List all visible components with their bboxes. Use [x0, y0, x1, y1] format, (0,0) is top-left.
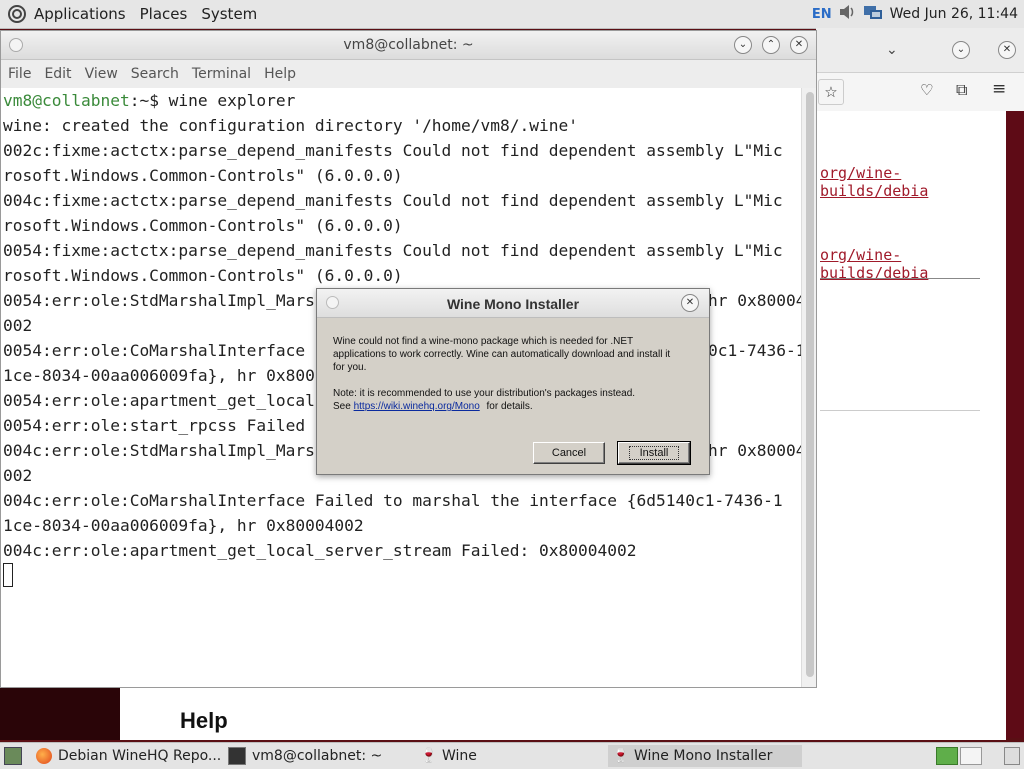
terminal-line-fragment: hr 0x80004 — [708, 441, 802, 460]
taskbar-item-wine[interactable]: 🍷 Wine — [420, 745, 477, 767]
terminal-line: 002 — [3, 316, 33, 335]
trash-icon[interactable] — [1004, 747, 1020, 765]
keyboard-layout-indicator[interactable]: EN — [812, 7, 832, 22]
terminal-line-fragment: hr 0x80004 — [708, 291, 802, 310]
terminal-line: 004c:err:ole:apartment_get_local_server_… — [3, 541, 637, 560]
minimize-icon[interactable]: ⌄ — [734, 36, 752, 54]
install-button[interactable]: Install — [617, 441, 691, 465]
terminal-titlebar[interactable]: vm8@collabnet: ~ ⌄ ⌃ ✕ — [1, 31, 816, 60]
terminal-line: 0054:err:ole:StdMarshalImpl_Mars — [3, 291, 315, 310]
bookmark-star-icon[interactable]: ☆ — [818, 79, 844, 105]
workspace-switcher-icon[interactable] — [960, 747, 982, 765]
menu-file[interactable]: File — [8, 66, 31, 82]
menu-edit[interactable]: Edit — [44, 66, 71, 82]
divider — [820, 410, 980, 411]
browser-page-bottom: Help — [120, 688, 1006, 740]
wine-glass-icon: 🍷 — [612, 748, 630, 764]
page-link-2[interactable]: org/wine-builds/debia — [820, 246, 1006, 282]
clock[interactable]: Wed Jun 26, 11:44 — [890, 6, 1018, 22]
taskbar-item-label: Wine — [442, 748, 477, 764]
terminal-title: vm8@collabnet: ~ — [343, 37, 474, 53]
terminal-menubar: File Edit View Search Terminal Help — [1, 60, 816, 89]
terminal-line: 1ce-8034-00aa006009fa}, hr 0x80004002 — [3, 516, 364, 535]
prompt-command: :~$ wine explorer — [129, 91, 296, 110]
terminal-line-fragment: 0c1-7436-1 — [708, 341, 802, 360]
browser-toolbar: ☆ ♡ ⧉ ≡ — [816, 73, 1024, 112]
close-icon[interactable]: ✕ — [998, 41, 1016, 59]
taskbar-item-label: Debian WineHQ Repo... — [58, 748, 222, 764]
dialog-for-details: for details. — [486, 401, 533, 412]
firefox-icon — [36, 748, 52, 764]
taskbar-item-browser[interactable]: Debian WineHQ Repo... — [36, 745, 221, 767]
menu-search[interactable]: Search — [131, 66, 179, 82]
dialog-title: Wine Mono Installer — [446, 296, 580, 312]
maximize-icon[interactable]: ⌃ — [762, 36, 780, 54]
menu-terminal[interactable]: Terminal — [192, 66, 251, 82]
menu-system[interactable]: System — [201, 5, 257, 23]
terminal-line: 002 — [3, 466, 33, 485]
dialog-note-text: Note: it is recommended to use your dist… — [333, 388, 636, 399]
pocket-icon[interactable]: ♡ — [920, 81, 933, 99]
menu-view[interactable]: View — [85, 66, 118, 82]
scrollbar-thumb[interactable] — [806, 92, 814, 677]
background-browser-window: ⌄ ⌄ ✕ ☆ ♡ ⧉ ≡ org/wine-builds/debia org/… — [816, 28, 1024, 738]
page-left-edge — [0, 688, 120, 740]
page-edge — [1006, 111, 1024, 738]
bottom-taskbar: Debian WineHQ Repo... vm8@collabnet: ~ 🍷… — [0, 742, 1024, 769]
taskbar-item-terminal[interactable]: vm8@collabnet: ~ — [228, 745, 382, 767]
menu-places[interactable]: Places — [140, 5, 188, 23]
wine-glass-icon: 🍷 — [420, 748, 438, 764]
terminal-line: 004c:err:ole:CoMarshalInterface Failed t… — [3, 491, 783, 510]
terminal-line: 002c:fixme:actctx:parse_depend_manifests… — [3, 141, 783, 160]
terminal-line: 004c:err:ole:StdMarshalImpl_Mars — [3, 441, 315, 460]
menu-help[interactable]: Help — [264, 66, 296, 82]
close-icon[interactable]: ✕ — [790, 36, 808, 54]
taskbar-item-label: Wine Mono Installer — [634, 748, 773, 764]
terminal-line: 0054:err:ole:start_rpcss Failed — [3, 416, 306, 435]
show-desktop-icon[interactable] — [4, 747, 22, 765]
minimize-icon[interactable]: ⌄ — [952, 41, 970, 59]
taskbar-item-label: vm8@collabnet: ~ — [252, 748, 383, 764]
terminal-line: 004c:fixme:actctx:parse_depend_manifests… — [3, 191, 783, 210]
divider — [820, 278, 980, 279]
top-panel: Applications Places System EN Wed Jun 26… — [0, 0, 1024, 29]
cancel-button-label: Cancel — [551, 447, 587, 459]
tabs-dropdown-icon[interactable]: ⌄ — [886, 42, 898, 58]
terminal-line: rosoft.Windows.Common-Controls" (6.0.0.0… — [3, 166, 403, 185]
terminal-cursor — [3, 563, 13, 587]
prompt-user: vm8@collabnet — [3, 91, 130, 110]
browser-page-content: org/wine-builds/debia org/wine-builds/de… — [816, 111, 1006, 738]
terminal-line: wine: created the configuration director… — [3, 116, 578, 135]
terminal-line: 0054:err:ole:apartment_get_local — [3, 391, 315, 410]
menu-applications[interactable]: Applications — [34, 5, 126, 23]
close-icon[interactable]: ✕ — [681, 294, 699, 312]
cancel-button[interactable]: Cancel — [533, 442, 605, 464]
terminal-line: 0054:err:ole:CoMarshalInterface — [3, 341, 306, 360]
browser-titlebar: ⌄ ⌄ ✕ — [816, 28, 1024, 73]
help-heading: Help — [180, 708, 228, 733]
page-link-1[interactable]: org/wine-builds/debia — [820, 164, 1006, 200]
taskbar-item-wine-mono-installer[interactable]: 🍷 Wine Mono Installer — [608, 745, 802, 767]
dialog-message: Wine could not find a wine-mono package … — [333, 336, 671, 373]
network-icon[interactable] — [862, 3, 884, 25]
volume-icon[interactable] — [838, 3, 856, 25]
dialog-see: See — [333, 401, 351, 412]
terminal-scrollbar[interactable] — [801, 88, 816, 687]
terminal-line: rosoft.Windows.Common-Controls" (6.0.0.0… — [3, 216, 403, 235]
dialog-note: Note: it is recommended to use your dist… — [333, 387, 693, 413]
install-button-label: Install — [628, 446, 680, 460]
terminal-line: 0054:fixme:actctx:parse_depend_manifests… — [3, 241, 783, 260]
terminal-prompt-line: vm8@collabnet:~$ wine explorer — [3, 88, 295, 113]
extensions-icon[interactable]: ⧉ — [956, 80, 967, 100]
dialog-titlebar[interactable]: Wine Mono Installer ✕ — [317, 289, 709, 318]
mono-wiki-link[interactable]: https://wiki.winehq.org/Mono — [354, 401, 480, 412]
debian-logo-icon[interactable] — [6, 3, 28, 25]
panel-tray: EN Wed Jun 26, 11:44 — [812, 0, 1018, 28]
workspace-switcher-icon[interactable] — [936, 747, 958, 765]
wine-mono-installer-dialog[interactable]: Wine Mono Installer ✕ Wine could not fin… — [316, 288, 710, 475]
terminal-line: 1ce-8034-00aa006009fa}, hr 0x800 — [3, 366, 315, 385]
terminal-line: rosoft.Windows.Common-Controls" (6.0.0.0… — [3, 266, 403, 285]
terminal-icon — [228, 747, 246, 765]
hamburger-menu-icon[interactable]: ≡ — [992, 79, 1006, 99]
